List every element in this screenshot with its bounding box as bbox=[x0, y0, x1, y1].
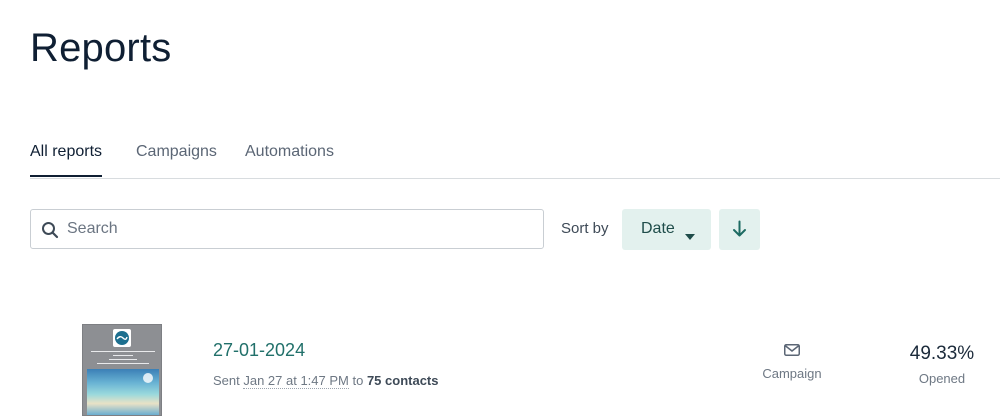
search-input[interactable] bbox=[67, 210, 527, 248]
report-title-link[interactable]: 27-01-2024 bbox=[213, 340, 305, 361]
search-icon bbox=[41, 221, 59, 239]
photo-logo-mark bbox=[143, 373, 153, 383]
opened-rate: 49.33% bbox=[909, 343, 975, 364]
sort-direction-button[interactable] bbox=[719, 209, 760, 250]
opened-stat: 49.33% Opened bbox=[900, 343, 984, 386]
caret-down-icon bbox=[685, 227, 695, 240]
type-label: Campaign bbox=[762, 366, 822, 381]
meta-prefix: Sent bbox=[213, 373, 244, 388]
sort-date-dropdown[interactable]: Date bbox=[622, 209, 711, 250]
tab-all-reports[interactable]: All reports bbox=[30, 140, 103, 177]
meta-middle: to bbox=[348, 373, 367, 388]
brand-logo-image bbox=[113, 329, 131, 347]
report-row[interactable]: 27-01-2024 Sent Jan 27 at 1:47 PM to 75 … bbox=[0, 300, 1000, 416]
reports-page: Reports All reports Campaigns Automation… bbox=[0, 0, 1000, 416]
tab-automations[interactable]: Automations bbox=[245, 140, 334, 177]
arrow-down-icon bbox=[733, 220, 746, 237]
page-title: Reports bbox=[30, 26, 172, 70]
report-meta: Sent Jan 27 at 1:47 PM to 75 contacts bbox=[213, 373, 439, 389]
sent-date: Jan 27 at 1:47 PM bbox=[243, 373, 349, 389]
sort-by-label: Sort by bbox=[561, 220, 609, 237]
sort-selected-label: Date bbox=[641, 220, 675, 237]
campaign-thumbnail[interactable] bbox=[82, 324, 162, 416]
opened-label: Opened bbox=[918, 371, 966, 386]
contacts-count: 75 contacts bbox=[366, 373, 439, 388]
envelope-icon bbox=[784, 344, 800, 356]
search-box bbox=[30, 209, 544, 249]
report-tabs: All reports Campaigns Automations bbox=[30, 140, 1000, 179]
report-type: Campaign bbox=[755, 344, 829, 381]
tab-campaigns[interactable]: Campaigns bbox=[136, 140, 217, 177]
